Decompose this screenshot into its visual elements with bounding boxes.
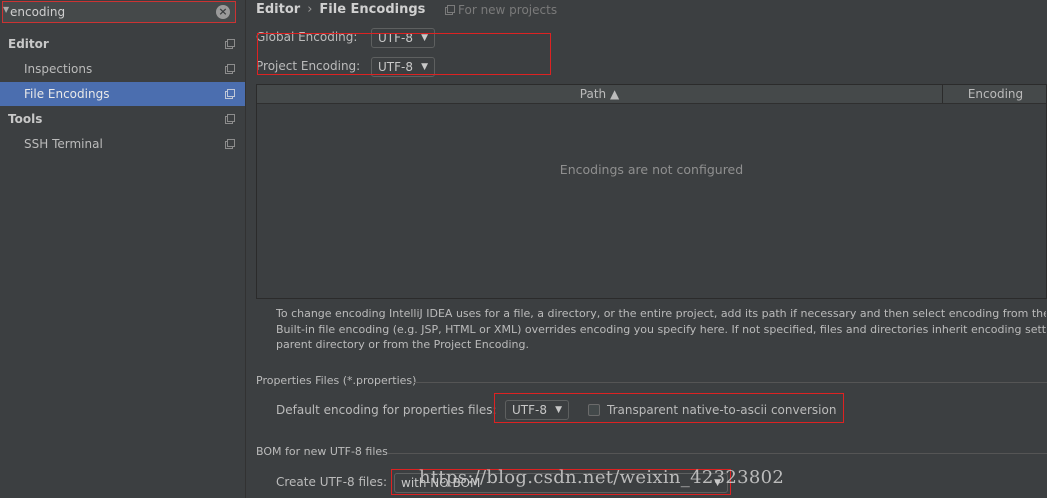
properties-encoding-combo[interactable]: UTF-8 ▼ [505,400,569,420]
help-text: To change encoding IntelliJ IDEA uses fo… [276,306,1046,353]
file-encodings-panel: Editor › File Encodings For new projects G… [246,0,1047,498]
bom-create-label: Create UTF-8 files: [276,475,388,489]
group-divider [388,453,1047,454]
watermark-text: https://blog.csdn.net/weixin_42323802 [419,467,785,488]
breadcrumb-parent: Editor [256,2,301,17]
scope-note: For new projects [445,3,557,17]
sidebar-item-label: Tools [8,112,43,126]
scope-note-text: For new projects [458,3,558,17]
sidebar-item-file-encodings[interactable]: File Encodings [0,82,245,106]
project-scope-icon [225,64,235,74]
encodings-table[interactable]: Path ▲ Encoding Encodings are not config… [256,84,1047,299]
sidebar-item-label: Editor [8,37,49,51]
settings-sidebar: ▼ × Editor Inspections File Encodings To… [0,0,246,498]
page-title: File Encodings [319,2,426,17]
sidebar-item-label: Inspections [24,62,93,76]
global-encoding-value: UTF-8 [378,31,413,45]
column-header-path[interactable]: Path ▲ [257,85,942,103]
sidebar-item-inspections[interactable]: Inspections [0,57,245,81]
clear-search-icon[interactable]: × [216,5,230,19]
group-divider [414,382,1047,383]
bom-group-title: BOM for new UTF-8 files [256,445,388,458]
help-text-line: To change encoding IntelliJ IDEA uses fo… [276,307,1046,320]
project-scope-icon [225,139,235,149]
settings-search-input[interactable] [10,4,210,20]
project-scope-icon [225,114,235,124]
sidebar-item-ssh-terminal[interactable]: SSH Terminal [0,132,245,156]
help-text-line: Built-in file encoding (e.g. JSP, HTML o… [276,322,1046,336]
column-header-encoding[interactable]: Encoding [943,85,1047,103]
dropdown-arrow-icon: ▼ [555,405,562,415]
global-encoding-label: Global Encoding: [256,30,358,44]
search-history-icon[interactable]: ▼ [3,5,9,14]
project-encoding-combo[interactable]: UTF-8 ▼ [371,57,435,77]
table-header: Path ▲ Encoding [257,85,1046,104]
project-encoding-label: Project Encoding: [256,59,361,73]
settings-search-box[interactable]: ▼ × [2,1,236,23]
dropdown-arrow-icon: ▼ [421,62,428,72]
transparent-conversion-checkbox[interactable] [588,404,600,416]
properties-group-title: Properties Files (*.properties) [256,374,417,387]
help-text-line: parent directory or from the Project Enc… [276,338,529,351]
project-scope-icon [225,39,235,49]
project-scope-icon [225,89,235,99]
sidebar-item-label: File Encodings [24,87,110,101]
dropdown-arrow-icon: ▼ [421,33,428,43]
table-empty-message: Encodings are not configured [559,162,744,177]
sidebar-item-editor[interactable]: Editor [0,32,245,56]
breadcrumb-separator: › [307,2,313,17]
properties-encoding-value: UTF-8 [512,403,547,417]
project-scope-icon [445,5,455,15]
sidebar-item-label: SSH Terminal [24,137,103,151]
project-encoding-value: UTF-8 [378,60,413,74]
global-encoding-combo[interactable]: UTF-8 ▼ [371,28,435,48]
breadcrumb: Editor › File Encodings [256,2,425,17]
properties-default-label: Default encoding for properties files: [276,403,497,417]
transparent-conversion-label[interactable]: Transparent native-to-ascii conversion [607,403,836,417]
sidebar-item-tools[interactable]: Tools [0,107,245,131]
